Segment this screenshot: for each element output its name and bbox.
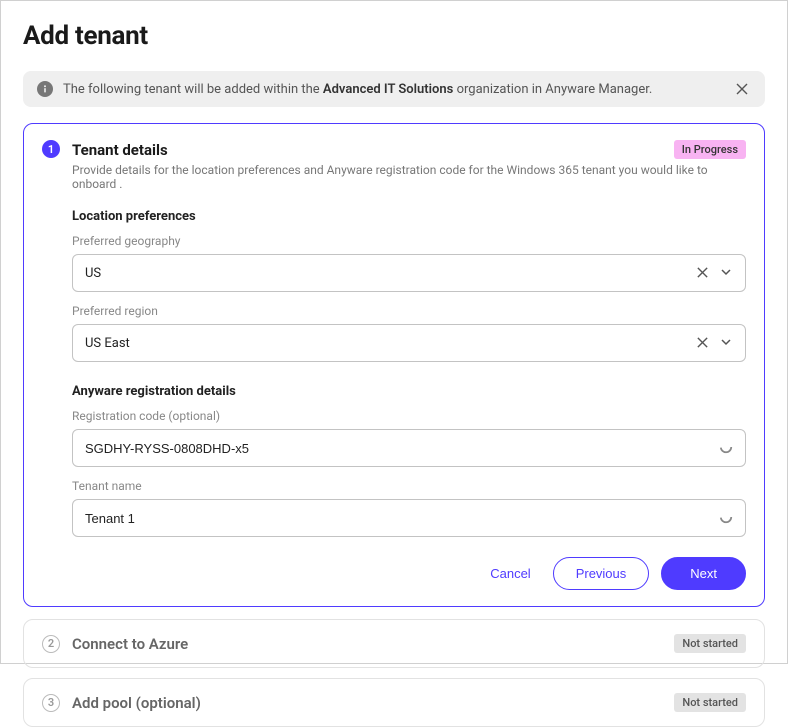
status-badge-not-started: Not started	[674, 634, 746, 653]
step-1-header: 1 Tenant details In Progress Provide det…	[42, 140, 746, 191]
page-title: Add tenant	[23, 21, 765, 51]
step-2-number: 2	[42, 635, 60, 653]
chevron-down-icon[interactable]	[719, 334, 733, 353]
step-1-title: Tenant details	[72, 141, 168, 159]
geography-select[interactable]: US	[72, 254, 746, 292]
loading-icon	[719, 509, 733, 528]
tenant-name-input[interactable]	[85, 511, 719, 526]
org-name: Advanced IT Solutions	[323, 82, 453, 97]
clear-icon[interactable]	[696, 334, 709, 353]
reg-code-input-wrap	[72, 429, 746, 467]
loading-icon	[719, 439, 733, 458]
status-badge-in-progress: In Progress	[674, 140, 746, 159]
status-badge-not-started: Not started	[674, 693, 746, 712]
step-1-subtitle: Provide details for the location prefere…	[72, 163, 746, 191]
reg-code-label: Registration code (optional)	[72, 409, 746, 423]
region-value: US East	[85, 336, 696, 351]
step-1-actions: Cancel Previous Next	[72, 557, 746, 590]
info-banner-text: The following tenant will be added withi…	[63, 82, 735, 97]
clear-icon[interactable]	[696, 264, 709, 283]
step-1-panel: 1 Tenant details In Progress Provide det…	[23, 123, 765, 607]
location-preferences-label: Location preferences	[72, 209, 746, 224]
info-banner: The following tenant will be added withi…	[23, 71, 765, 107]
previous-button[interactable]: Previous	[553, 557, 650, 590]
info-icon	[37, 81, 53, 97]
registration-details-label: Anyware registration details	[72, 384, 746, 399]
reg-code-input[interactable]	[85, 441, 719, 456]
geography-label: Preferred geography	[72, 234, 746, 248]
step-3-panel[interactable]: 3 Add pool (optional) Not started	[23, 678, 765, 727]
cancel-button[interactable]: Cancel	[480, 558, 540, 589]
step-2-title: Connect to Azure	[72, 635, 674, 653]
tenant-name-input-wrap	[72, 499, 746, 537]
step-1-number: 1	[42, 140, 60, 158]
geography-value: US	[85, 266, 696, 281]
step-3-number: 3	[42, 694, 60, 712]
region-select[interactable]: US East	[72, 324, 746, 362]
step-3-title: Add pool (optional)	[72, 694, 674, 712]
next-button[interactable]: Next	[661, 557, 746, 590]
step-2-panel[interactable]: 2 Connect to Azure Not started	[23, 619, 765, 668]
tenant-name-label: Tenant name	[72, 479, 746, 493]
chevron-down-icon[interactable]	[719, 264, 733, 283]
close-icon[interactable]	[735, 81, 751, 97]
region-label: Preferred region	[72, 304, 746, 318]
